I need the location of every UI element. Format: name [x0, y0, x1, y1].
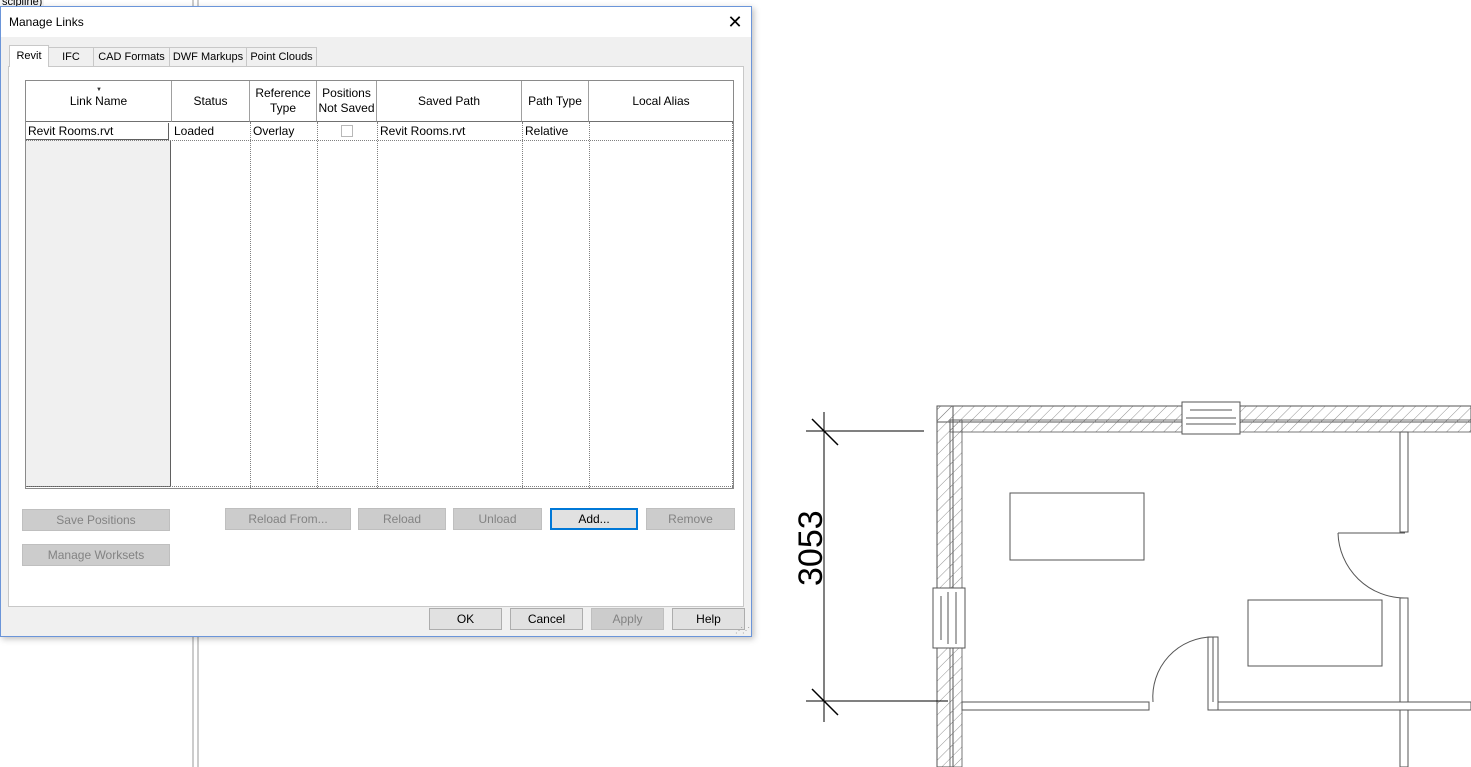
tab-point-clouds[interactable]: Point Clouds [246, 47, 317, 66]
reload-button[interactable]: Reload [358, 508, 446, 530]
plan-window-left [932, 587, 966, 649]
cell-status[interactable]: Loaded [172, 123, 214, 140]
column-header-status[interactable]: Status [172, 81, 250, 122]
grid-line [732, 122, 733, 488]
sort-down-icon: ▼ [96, 87, 102, 93]
ok-button[interactable]: OK [429, 608, 502, 630]
column-header-path-type[interactable]: Path Type [522, 81, 589, 122]
cell-path-type[interactable]: Relative [523, 123, 568, 140]
grid-line [589, 122, 590, 488]
row-header-column [26, 140, 171, 487]
cell-reference-type[interactable]: Overlay [251, 123, 294, 140]
cancel-button[interactable]: Cancel [510, 608, 583, 630]
grid-line [317, 122, 318, 488]
column-header-link-name[interactable]: ▼ Link Name [26, 81, 172, 122]
dimension-label[interactable]: 3053 [792, 510, 832, 586]
unload-button[interactable]: Unload [453, 508, 542, 530]
plan-walls [936, 405, 1471, 767]
save-positions-button[interactable]: Save Positions [22, 509, 170, 531]
apply-button[interactable]: Apply [591, 608, 664, 630]
close-icon[interactable]: ✕ [719, 7, 751, 37]
remove-button[interactable]: Remove [646, 508, 735, 530]
grid-line [377, 122, 378, 488]
tab-dwf-markups[interactable]: DWF Markups [169, 47, 247, 66]
tab-ifc[interactable]: IFC [48, 47, 94, 66]
grid-line [26, 486, 733, 487]
links-table[interactable]: ▼ Link Name Status Reference Type Positi… [25, 80, 734, 489]
manage-worksets-button[interactable]: Manage Worksets [22, 544, 170, 566]
plan-table-2 [1247, 599, 1383, 667]
tab-cad-formats[interactable]: CAD Formats [93, 47, 170, 66]
add-button[interactable]: Add... [550, 508, 638, 530]
cell-local-alias[interactable] [590, 123, 592, 140]
dialog-title: Manage Links [9, 15, 84, 29]
plan-table-1 [1009, 492, 1145, 561]
positions-not-saved-checkbox[interactable] [341, 125, 353, 137]
tab-panel-revit: ▼ Link Name Status Reference Type Positi… [8, 66, 744, 607]
grid-line [522, 122, 523, 488]
tab-revit[interactable]: Revit [9, 45, 49, 67]
dialog-titlebar[interactable]: Manage Links ✕ [1, 7, 751, 37]
column-header-local-alias[interactable]: Local Alias [589, 81, 733, 122]
column-header-saved-path[interactable]: Saved Path [377, 81, 522, 122]
grid-line [250, 122, 251, 488]
grid-line [26, 140, 733, 141]
manage-links-dialog: Manage Links ✕ Revit IFC CAD Formats DWF… [0, 6, 752, 637]
reload-from-button[interactable]: Reload From... [225, 508, 351, 530]
resize-grip-icon[interactable]: ⋰⋰ [735, 626, 750, 635]
cell-link-name[interactable]: Revit Rooms.rvt [26, 123, 169, 140]
plan-window-top [1181, 401, 1241, 435]
column-header-positions-not-saved[interactable]: Positions Not Saved [317, 81, 377, 122]
cell-saved-path[interactable]: Revit Rooms.rvt [378, 123, 465, 140]
column-header-reference-type[interactable]: Reference Type [250, 81, 317, 122]
